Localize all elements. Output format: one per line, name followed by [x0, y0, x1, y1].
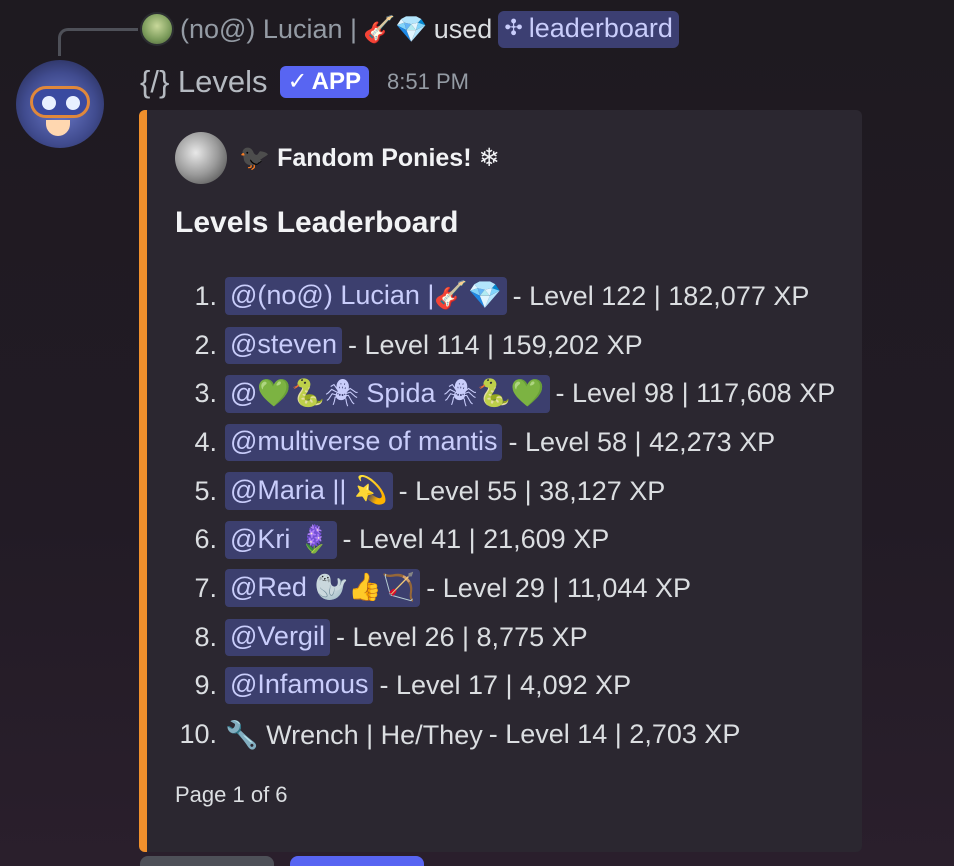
leaderboard-row: 7. @Red 🦭👍🏹 - Level 29 | 11,044 XP	[169, 564, 859, 613]
leaderboard-row: 3. @💚🐍🕷 Spida 🕷🐍💚 - Level 98 | 117,608 XP	[169, 369, 859, 418]
rank-number: 2.	[194, 329, 217, 360]
embed-author: 🐦‍⬛ Fandom Ponies! ❄	[175, 132, 499, 184]
command-name: leaderboard	[528, 12, 673, 43]
author-name: 🐦‍⬛ Fandom Ponies! ❄	[239, 144, 500, 172]
level-stats: - Level 17 | 4,092 XP	[379, 670, 632, 701]
user-mention[interactable]: @Kri 🪻	[225, 520, 337, 559]
rank-number: 7.	[194, 572, 217, 603]
leaderboard-row: 8. @Vergil - Level 26 | 8,775 XP	[169, 613, 859, 662]
reply-connector	[58, 28, 138, 56]
level-stats: - Level 122 | 182,077 XP	[512, 280, 810, 311]
leaderboard-row: 5. @Maria || 💫 - Level 55 | 38,127 XP	[169, 467, 859, 516]
bot-avatar[interactable]	[16, 60, 104, 148]
avatar-visor	[30, 86, 90, 118]
rank-number: 9.	[194, 670, 217, 701]
replied-user-name[interactable]: (no@) Lucian |	[180, 14, 357, 45]
previous-page-button[interactable]	[140, 856, 274, 866]
bot-name[interactable]: {/} Levels	[140, 64, 268, 100]
level-stats: - Level 114 | 159,202 XP	[347, 329, 643, 360]
message-header: {/} Levels ✓ APP 8:51 PM	[140, 62, 469, 102]
slash-command-icon: ✣	[504, 15, 523, 40]
leaderboard-row: 2. @steven - Level 114 | 159,202 XP	[169, 321, 859, 370]
level-stats: - Level 58 | 42,273 XP	[508, 426, 776, 457]
rank-number: 10.	[179, 719, 217, 750]
leaderboard-row: 6. @Kri 🪻 - Level 41 | 21,609 XP	[169, 515, 859, 564]
user-mention[interactable]: @(no@) Lucian |🎸💎	[225, 277, 507, 316]
user-mention[interactable]: @💚🐍🕷 Spida 🕷🐍💚	[225, 374, 550, 413]
avatar-mouth	[46, 120, 70, 136]
leaderboard-embed: 🐦‍⬛ Fandom Ponies! ❄ Levels Leaderboard …	[139, 110, 862, 852]
leaderboard-row: 10. 🔧 Wrench | He/They - Level 14 | 2,703 …	[169, 710, 859, 759]
level-stats: - Level 41 | 21,609 XP	[342, 524, 610, 555]
app-badge: ✓ APP	[279, 66, 370, 98]
verified-check-icon: ✓	[287, 68, 308, 95]
rank-number: 8.	[194, 621, 217, 652]
user-mention[interactable]: @Vergil	[225, 618, 330, 656]
level-stats: - Level 26 | 8,775 XP	[335, 621, 588, 652]
level-stats: - Level 29 | 11,044 XP	[426, 572, 691, 603]
level-stats: - Level 14 | 2,703 XP	[488, 719, 741, 750]
level-stats: - Level 98 | 117,608 XP	[555, 378, 836, 409]
user-mention[interactable]: @multiverse of mantis	[225, 423, 503, 461]
user-name: 🔧 Wrench | He/They	[225, 719, 483, 750]
rank-number: 5.	[194, 475, 217, 506]
rank-number: 1.	[194, 280, 217, 311]
avatar-eye-left	[42, 96, 56, 110]
command-pill[interactable]: ✣ leaderboard	[498, 10, 679, 48]
message-timestamp[interactable]: 8:51 PM	[387, 69, 469, 95]
used-label: used	[433, 13, 493, 44]
embed-footer: Page 1 of 6	[175, 782, 288, 807]
rank-number: 4.	[194, 426, 217, 457]
user-mention[interactable]: @steven	[225, 326, 342, 364]
reply-context[interactable]: (no@) Lucian | 🎸💎 used ✣ leaderboard	[140, 10, 679, 48]
rank-number: 6.	[194, 524, 217, 555]
level-stats: - Level 55 | 38,127 XP	[398, 475, 666, 506]
app-badge-label: APP	[311, 67, 362, 95]
avatar-eye-right	[66, 96, 80, 110]
user-mention[interactable]: @Maria || 💫	[225, 472, 393, 511]
user-mention[interactable]: @Infamous	[225, 667, 374, 705]
leaderboard-row: 4. @multiverse of mantis - Level 58 | 42,2…	[169, 418, 859, 467]
replied-user-avatar[interactable]	[140, 12, 174, 46]
embed-title: Levels Leaderboard	[175, 206, 459, 239]
leaderboard-list: 1. @(no@) Lucian |🎸💎 - Level 122 | 182,077…	[169, 272, 859, 759]
replied-user-emoji: 🎸💎	[363, 13, 428, 44]
user-mention[interactable]: @Red 🦭👍🏹	[225, 569, 421, 608]
leaderboard-row: 9. @Infamous - Level 17 | 4,092 XP	[169, 662, 859, 711]
pagination-buttons	[140, 856, 424, 866]
server-icon	[175, 132, 227, 184]
leaderboard-row: 1. @(no@) Lucian |🎸💎 - Level 122 | 182,077…	[169, 272, 859, 321]
rank-number: 3.	[194, 378, 217, 409]
next-page-button[interactable]	[290, 856, 424, 866]
